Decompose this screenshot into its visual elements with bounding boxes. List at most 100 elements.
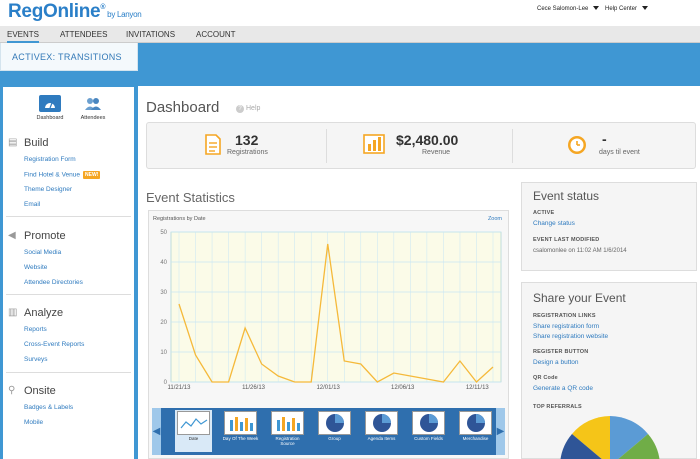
attendees-tile[interactable]: Attendees [73, 95, 113, 121]
chart-type-thumb-custom-fields[interactable]: Custom Fields [410, 410, 447, 452]
chart-thumbnail-label: Merchandise [462, 436, 489, 441]
chart-type-thumb-date[interactable]: Date [175, 410, 212, 452]
chart-thumbnail-label: Agenda Items [367, 436, 396, 441]
chart-type-thumb-merchandise[interactable]: Merchandise [457, 410, 494, 452]
dashboard-icon [39, 95, 61, 112]
help-link[interactable]: ? Help [236, 105, 260, 113]
divider [6, 372, 131, 373]
attendees-tile-label: Attendees [80, 115, 106, 121]
bar-chart-icon [363, 134, 385, 154]
nav-invitations[interactable]: INVITATIONS [126, 28, 175, 43]
help-center-menu[interactable]: Help Center [605, 6, 649, 12]
logo-by: by Lanyon [107, 10, 142, 19]
link-social-media[interactable]: Social Media [24, 249, 61, 256]
regonline-logo[interactable]: RegOnline®by Lanyon [8, 1, 142, 23]
chart-thumbnail-label: Day Of The Week [222, 436, 259, 441]
days-til-event-value: - [602, 131, 607, 147]
qr-code-label: QR Code [533, 375, 558, 381]
chart-type-carousel: ◀ ▶ Date Day Of The Week Registration Sour… [152, 408, 505, 455]
registrations-count: 132 [235, 132, 259, 148]
carousel-prev-arrow[interactable]: ◀ [152, 408, 161, 455]
link-reports[interactable]: Reports [24, 326, 47, 333]
chart-type-thumb-agenda-items[interactable]: Agenda Items [363, 410, 400, 452]
event-name: ACTIVEX: TRANSITIONS [12, 52, 122, 62]
chart-thumbnail-icon [177, 411, 210, 435]
megaphone-icon: ◀ [8, 230, 16, 241]
nav-events[interactable]: EVENTS [7, 28, 40, 43]
stat-divider [512, 129, 513, 163]
stat-divider [326, 129, 327, 163]
status-active-label: ACTIVE [533, 210, 555, 216]
design-button-link[interactable]: Design a button [533, 359, 579, 366]
document-icon: ▤ [8, 137, 18, 148]
change-status-link[interactable]: Change status [533, 220, 575, 227]
link-find-hotel-label: Find Hotel & Venue [24, 171, 81, 179]
chart-thumbnail-label: Custom Fields [414, 436, 443, 441]
chart-caption: Registrations by Date [153, 216, 206, 222]
nav-attendees[interactable]: ATTENDEES [60, 28, 107, 43]
event-status-title: Event status [533, 189, 600, 203]
user-name: Cece Salomon-Lee [537, 6, 589, 12]
top-referrals-pie-chart [560, 416, 660, 459]
register-button-label: REGISTER BUTTON [533, 349, 589, 355]
link-website[interactable]: Website [24, 264, 47, 271]
link-attendee-directories[interactable]: Attendee Directories [24, 279, 83, 286]
last-modified-label: EVENT LAST MODIFIED [533, 237, 600, 243]
link-badges-labels[interactable]: Badges & Labels [24, 404, 73, 411]
top-bar: RegOnline®by Lanyon Cece Salomon-Lee Hel… [0, 0, 700, 26]
logo-reg-mark: ® [100, 4, 106, 11]
share-registration-website-link[interactable]: Share registration website [533, 333, 608, 340]
logo-text: RegOnline [8, 1, 101, 22]
link-registration-form[interactable]: Registration Form [24, 156, 76, 163]
link-mobile[interactable]: Mobile [24, 419, 43, 426]
event-banner[interactable]: ACTIVEX: TRANSITIONS [0, 43, 138, 71]
help-icon: ? [236, 105, 244, 113]
chart-type-thumb-day-of-the-week[interactable]: Day Of The Week [222, 410, 259, 452]
link-email[interactable]: Email [24, 201, 40, 208]
divider [6, 294, 131, 295]
chevron-down-icon [593, 6, 600, 11]
share-registration-form-link[interactable]: Share registration form [533, 323, 599, 330]
document-icon [205, 134, 221, 155]
zoom-link[interactable]: Zoom [488, 216, 502, 222]
link-surveys[interactable]: Surveys [24, 356, 47, 363]
link-find-hotel-venue[interactable]: Find Hotel & Venue NEW! [24, 171, 101, 179]
chart-type-thumb-group[interactable]: Group [316, 410, 353, 452]
help-label: Help [246, 105, 261, 112]
revenue-value: $2,480.00 [396, 132, 459, 148]
new-badge: NEW! [83, 171, 101, 179]
chart-thumbnail-icon [224, 411, 257, 435]
y-tick-label: 10 [160, 350, 167, 356]
share-title: Share your Event [533, 291, 626, 305]
y-tick-label: 50 [160, 230, 167, 236]
dashboard-tile-label: Dashboard [36, 115, 64, 121]
divider [6, 216, 131, 217]
nav-account[interactable]: ACCOUNT [196, 28, 236, 43]
dashboard-tile[interactable]: Dashboard [30, 95, 70, 121]
stat-registrations: 132 Registrations [205, 123, 325, 168]
attendees-icon [82, 95, 104, 112]
chart-thumbnail-label: Registration Source [275, 436, 300, 446]
chart-type-thumb-registration-source[interactable]: Registration Source [269, 410, 306, 452]
registrations-label: Registrations [227, 149, 268, 156]
carousel-next-arrow[interactable]: ▶ [496, 408, 505, 455]
main-nav: EVENTS ATTENDEES INVITATIONS ACCOUNT [0, 26, 700, 43]
y-tick-label: 30 [160, 290, 167, 296]
user-menu[interactable]: Cece Salomon-Lee [537, 6, 600, 12]
link-theme-designer[interactable]: Theme Designer [24, 186, 72, 193]
link-cross-event-reports[interactable]: Cross-Event Reports [24, 341, 84, 348]
revenue-label: Revenue [422, 149, 451, 156]
chart-icon: ▥ [8, 307, 18, 318]
registrations-line-chart: 0102030405011/21/13 11/26/13 12/01/13 12/06… [160, 230, 502, 391]
event-status-panel: Event status ACTIVE Change status EVENT … [521, 182, 697, 271]
y-tick-label: 40 [160, 260, 167, 266]
registration-links-label: REGISTRATION LINKS [533, 313, 596, 319]
section-build: Build [24, 137, 49, 149]
location-pin-icon: ⚲ [8, 385, 16, 396]
chart-thumbnail-icon [271, 411, 304, 435]
generate-qr-link[interactable]: Generate a QR code [533, 385, 593, 392]
chart-thumbnail-icon [318, 411, 351, 435]
chart-thumbnail-label: Group [328, 436, 341, 441]
chart-thumbnail-icon [365, 411, 398, 435]
section-analyze: Analyze [24, 307, 64, 319]
